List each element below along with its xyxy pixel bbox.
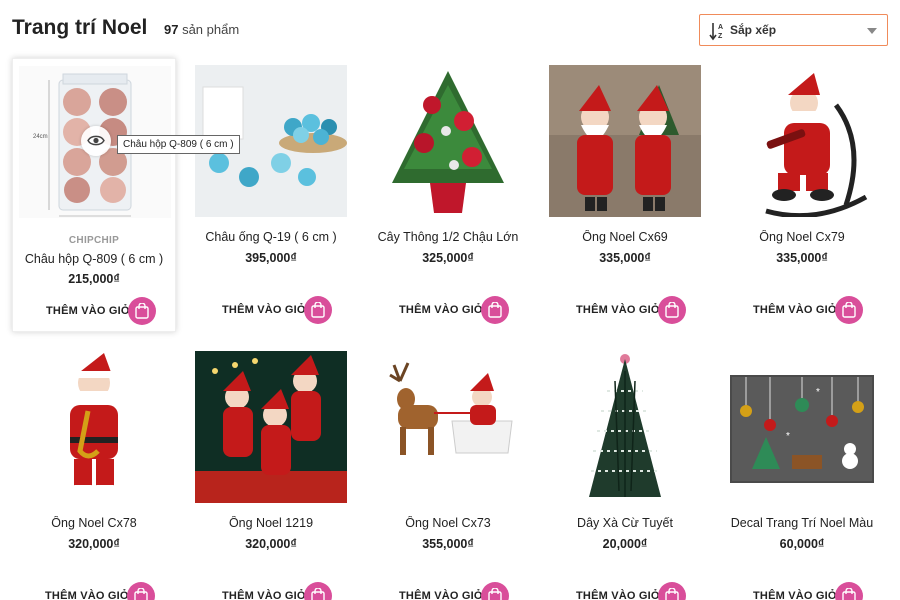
add-to-cart-link[interactable]: THÊM VÀO GIỎ [753,590,837,600]
shopping-bag-icon [135,303,149,319]
chevron-down-icon [867,28,877,34]
product-image-window-decal[interactable]: * * [726,351,878,503]
shopping-bag-icon [665,588,679,600]
product-image-santa-saxophone[interactable] [18,351,170,503]
sort-az-icon: A Z [709,23,723,41]
product-image-potted-tree[interactable] [372,65,524,217]
add-to-cart-link[interactable]: THÊM VÀO GIỎ [222,304,306,316]
product-card[interactable]: Ông Noel Cx79 335,000₫ THÊM VÀO GIỎ [720,58,884,332]
product-card[interactable]: Cây Thông 1/2 Chậu Lớn 325,000₫ THÊM VÀO… [366,58,530,332]
svg-text:24cm: 24cm [33,134,48,140]
product-name[interactable]: Decal Trang Trí Noel Màu [722,516,882,530]
product-card[interactable]: Ông Noel Cx78 320,000₫ THÊM VÀO GIỎ [12,344,176,600]
product-price: 395,000₫ [245,251,297,265]
add-to-cart-link[interactable]: THÊM VÀO GIỎ [45,590,129,600]
quick-view-button[interactable] [81,126,111,156]
product-card[interactable]: Ông Noel Cx73 355,000₫ THÊM VÀO GIỎ [366,344,530,600]
add-to-cart-button[interactable] [127,582,155,600]
add-to-cart-link[interactable]: THÊM VÀO GIỎ [576,304,660,316]
svg-text:*: * [816,387,820,398]
product-image-santa-trio[interactable] [195,351,347,503]
product-name[interactable]: Ông Noel Cx78 [14,516,174,530]
product-card[interactable]: Châu ống Q-19 ( 6 cm ) 395,000₫ THÊM VÀO… [189,58,353,332]
product-price: 60,000₫ [779,537,825,551]
product-card[interactable]: Ông Noel 1219 320,000₫ THÊM VÀO GIỎ [189,344,353,600]
product-name[interactable]: Ông Noel 1219 [191,516,351,530]
product-card[interactable]: * * Decal Trang Trí Noel Màu 60,000₫ THÊM… [720,344,884,600]
product-price: 325,000₫ [422,251,474,265]
eye-icon [87,135,105,146]
add-to-cart-button[interactable] [835,296,863,324]
product-image-santa-pair[interactable] [549,65,701,217]
product-price: 335,000₫ [776,251,828,265]
add-to-cart-link[interactable]: THÊM VÀO GIỎ [753,304,837,316]
add-to-cart-link[interactable]: THÊM VÀO GIỎ [46,305,130,317]
product-card[interactable]: Ông Noel Cx69 335,000₫ THÊM VÀO GIỎ [543,58,707,332]
add-to-cart-button[interactable] [658,582,686,600]
product-name[interactable]: Cây Thông 1/2 Chậu Lớn [368,230,528,244]
shopping-bag-icon [134,588,148,600]
product-price: 320,000₫ [68,537,120,551]
product-count-suffix: sản phẩm [178,22,240,37]
svg-text:*: * [786,431,790,442]
page-header: Trang trí Noel 97 sản phẩm A Z Sắp xếp [12,14,888,48]
add-to-cart-button[interactable] [835,582,863,600]
product-name[interactable]: Dây Xà Cừ Tuyết [545,516,705,530]
product-name[interactable]: Ông Noel Cx69 [545,230,705,244]
product-price: 215,000₫ [68,272,120,286]
add-to-cart-link[interactable]: THÊM VÀO GIỎ [399,590,483,600]
product-price: 355,000₫ [422,537,474,551]
shopping-bag-icon [488,588,502,600]
product-price: 335,000₫ [599,251,651,265]
sort-dropdown[interactable]: A Z Sắp xếp [699,14,888,46]
product-count: 97 sản phẩm [164,22,239,37]
quick-view-tooltip: Châu hộp Q-809 ( 6 cm ) [117,135,240,154]
product-price: 20,000₫ [602,537,648,551]
add-to-cart-link[interactable]: THÊM VÀO GIỎ [399,304,483,316]
product-image-santa-rocking-chair[interactable] [726,65,878,217]
shopping-bag-icon [842,588,856,600]
product-name[interactable]: Ông Noel Cx79 [722,230,882,244]
product-name[interactable]: Châu ống Q-19 ( 6 cm ) [191,230,351,244]
svg-text:A: A [718,24,723,31]
product-card[interactable]: 24cm Châu hộp Q-809 ( 6 cm ) CHIPCHIP Ch… [12,58,240,332]
shopping-bag-icon [665,302,679,318]
product-card[interactable]: Dây Xà Cừ Tuyết 20,000₫ THÊM VÀO GIỎ [543,344,707,600]
product-image-santa-sleigh[interactable] [372,351,524,503]
add-to-cart-button[interactable] [481,296,509,324]
svg-text:Z: Z [718,33,723,40]
add-to-cart-button[interactable] [304,296,332,324]
add-to-cart-link[interactable]: THÊM VÀO GIỎ [576,590,660,600]
add-to-cart-button[interactable] [304,582,332,600]
sort-label: Sắp xếp [730,23,777,37]
product-count-number: 97 [164,22,179,37]
shopping-bag-icon [488,302,502,318]
add-to-cart-button[interactable] [128,297,156,325]
product-image-tinsel-garland[interactable] [549,351,701,503]
add-to-cart-link[interactable]: THÊM VÀO GIỎ [222,590,306,600]
shopping-bag-icon [842,302,856,318]
product-name[interactable]: Ông Noel Cx73 [368,516,528,530]
page-title: Trang trí Noel [12,16,148,39]
add-to-cart-button[interactable] [481,582,509,600]
product-price: 320,000₫ [245,537,297,551]
add-to-cart-button[interactable] [658,296,686,324]
product-name[interactable]: Châu hộp Q-809 ( 6 cm ) [15,252,173,266]
shopping-bag-icon [311,302,325,318]
shopping-bag-icon [311,588,325,600]
product-brand: CHIPCHIP [68,235,120,246]
